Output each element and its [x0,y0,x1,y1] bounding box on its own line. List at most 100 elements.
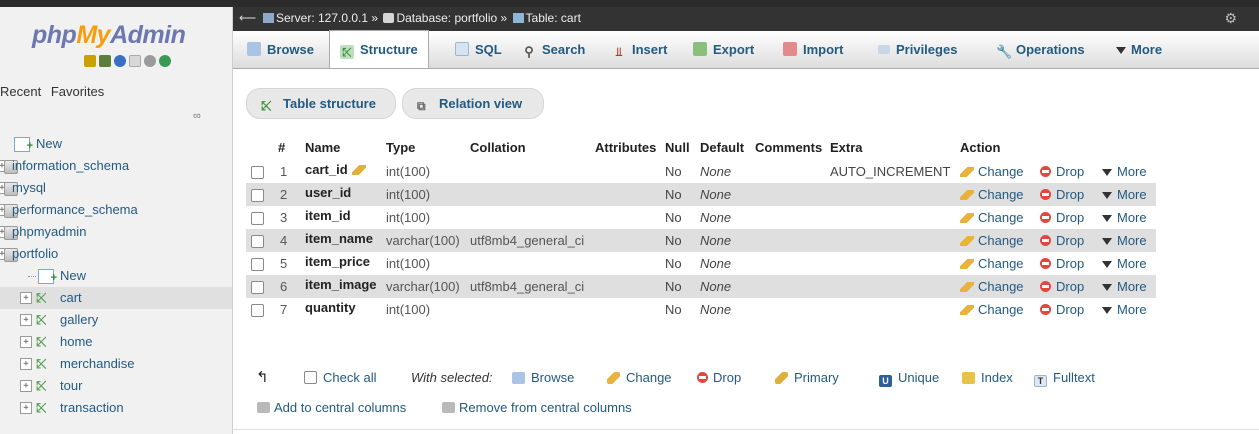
drop-link[interactable]: Drop [1040,164,1084,179]
drop-link[interactable]: Drop [1040,233,1084,248]
col-attributes[interactable]: Attributes [595,140,656,155]
expand-icon[interactable]: + [20,336,32,348]
tab-export[interactable]: Export [693,31,754,68]
expand-icon[interactable]: + [20,292,32,304]
bulk-index[interactable]: Index [962,370,1013,385]
change-link[interactable]: Change [960,187,1024,202]
breadcrumb-database[interactable]: Database: portfolio [396,11,497,25]
expand-icon[interactable]: + [20,314,32,326]
quick-links [84,55,171,67]
remove-from-central-columns[interactable]: Remove from central columns [442,400,632,415]
settings-gear-icon[interactable]: ⚙ [1224,7,1237,29]
more-link[interactable]: More [1102,233,1147,248]
row-checkbox[interactable] [251,189,264,202]
tree-item[interactable]: + ⤪ gallery [0,309,232,331]
tree-item[interactable]: New [0,133,232,157]
subtab-table-structure[interactable]: ⤪ Table structure [246,88,396,119]
tab-insert[interactable]: ⫫ Insert [612,31,668,68]
row-checkbox[interactable] [251,212,264,225]
tab-import[interactable]: Import [783,31,843,68]
tree-item[interactable]: + ⤪ transaction [0,397,232,419]
gear-icon[interactable] [144,55,156,67]
change-link[interactable]: Change [960,210,1024,225]
docs-icon[interactable] [129,55,141,67]
tab-sql[interactable]: SQL [455,31,502,68]
expand-icon[interactable]: + [20,380,32,392]
change-link[interactable]: Change [960,302,1024,317]
expand-icon[interactable]: + [20,358,32,370]
bulk-change[interactable]: Change [607,370,672,385]
tab-search[interactable]: ⚲ Search [522,31,585,68]
tab-more[interactable]: More [1116,31,1162,68]
tree-item[interactable]: + mysql [0,177,232,199]
check-all[interactable]: Check all [304,370,376,385]
database-tree: New+ information_schema+ mysql+ performa… [0,133,232,419]
tree-item[interactable]: + ⤪ home [0,331,232,353]
exit-icon[interactable] [99,55,111,67]
change-link[interactable]: Change [960,256,1024,271]
more-link[interactable]: More [1102,187,1147,202]
col-name[interactable]: Name [305,140,340,155]
tree-item[interactable]: New [0,265,232,289]
row-checkbox[interactable] [251,304,264,317]
col-extra[interactable]: Extra [830,140,863,155]
checkbox[interactable] [304,371,317,384]
drop-link[interactable]: Drop [1040,279,1084,294]
bulk-browse[interactable]: Browse [512,370,574,385]
tree-item[interactable]: + ⤪ cart [0,287,232,309]
col-num[interactable]: # [278,140,285,155]
tab-privileges[interactable]: Privileges [878,31,957,68]
col-default[interactable]: Default [700,140,744,155]
tab-structure[interactable]: ⤪ Structure [329,30,429,68]
tab-operations[interactable]: 🔧 Operations [996,31,1085,68]
subtab-relation-view[interactable]: ⧉ Relation view [402,88,544,119]
col-type[interactable]: Type [386,140,415,155]
breadcrumb-table[interactable]: Table: cart [526,11,581,25]
col-action[interactable]: Action [960,140,1000,155]
drop-link[interactable]: Drop [1040,210,1084,225]
drop-link[interactable]: Drop [1040,256,1084,271]
breadcrumb-server[interactable]: Server: 127.0.0.1 [276,11,368,25]
tree-item[interactable]: + portfolio [0,243,232,265]
tree-item[interactable]: + information_schema [0,155,232,177]
change-link[interactable]: Change [960,164,1024,179]
col-comments[interactable]: Comments [755,140,822,155]
tree-item[interactable]: + performance_schema [0,199,232,221]
more-link[interactable]: More [1102,164,1147,179]
expand-icon[interactable]: + [20,402,32,414]
phpmyadmin-logo[interactable]: phpMyAdmin [32,21,186,50]
col-collation[interactable]: Collation [470,140,526,155]
tree-item[interactable]: + phpmyadmin [0,221,232,243]
more-link[interactable]: More [1102,210,1147,225]
chevron-down-icon [1102,307,1112,314]
more-link[interactable]: More [1102,279,1147,294]
home-icon[interactable] [84,55,96,67]
drop-link[interactable]: Drop [1040,302,1084,317]
tab-favorites[interactable]: Favorites [51,84,104,99]
bulk-unique[interactable]: U Unique [879,370,939,387]
bulk-drop[interactable]: Drop [697,370,741,385]
change-link[interactable]: Change [960,279,1024,294]
tab-browse[interactable]: Browse [247,31,314,68]
tab-recent[interactable]: Recent [0,84,41,99]
tree-item[interactable]: + ⤪ merchandise [0,353,232,375]
bulk-fulltext[interactable]: T Fulltext [1034,370,1095,387]
change-link[interactable]: Change [960,233,1024,248]
drop-icon [1040,189,1051,200]
bulk-primary[interactable]: Primary [775,370,839,385]
more-link[interactable]: More [1102,256,1147,271]
add-to-central-columns[interactable]: Add to central columns [257,400,406,415]
tree-item[interactable]: + ⤪ tour [0,375,232,397]
row-checkbox[interactable] [251,281,264,294]
more-link[interactable]: More [1102,302,1147,317]
reload-icon[interactable] [159,55,171,67]
row-checkbox[interactable] [251,166,264,179]
help-icon[interactable] [114,55,126,67]
link-with-main-panel-icon[interactable]: ∞ [193,110,201,122]
col-null[interactable]: Null [665,140,690,155]
row-checkbox[interactable] [251,235,264,248]
drop-link[interactable]: Drop [1040,187,1084,202]
row-checkbox[interactable] [251,258,264,271]
collapse-arrow-icon[interactable]: ⟵ [239,7,256,29]
table-icon: ⤪ [36,290,47,305]
